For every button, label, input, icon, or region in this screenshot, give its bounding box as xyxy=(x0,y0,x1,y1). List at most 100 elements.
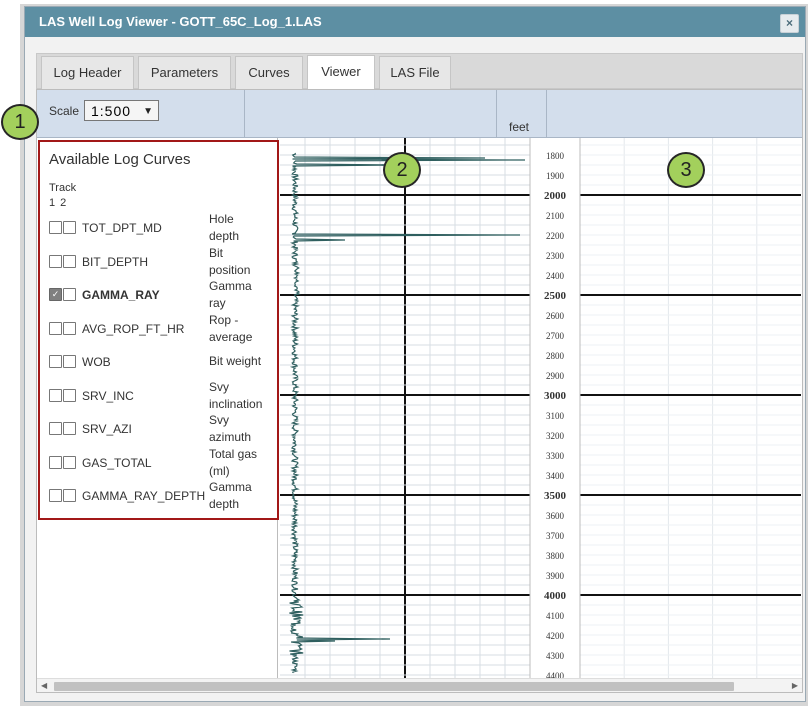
track2-checkbox[interactable] xyxy=(63,321,76,335)
log-plot: 1800 1900 2000 2100 2200 2300 2400 2500 2600 2700… xyxy=(280,138,801,678)
curve-row-gamma-ray-depth: GAMMA_RAY_DEPTH Gamma depth xyxy=(49,479,277,513)
curve-name: AVG_ROP_FT_HR xyxy=(82,321,185,336)
curve-name: GAMMA_RAY xyxy=(82,288,160,302)
annotation-badge-1: 1 xyxy=(1,104,39,140)
scroll-right-icon[interactable]: ▶ xyxy=(792,679,798,693)
track1-checkbox[interactable] xyxy=(49,422,62,435)
depth-tick-label: 2500 xyxy=(544,290,567,302)
depth-tick-label: 3200 xyxy=(546,431,565,441)
track2-checkbox[interactable] xyxy=(63,388,76,402)
track1-checkbox[interactable] xyxy=(49,221,62,234)
depth-tick-label: 2300 xyxy=(546,251,565,261)
close-button[interactable]: × xyxy=(780,14,799,33)
tab-curves[interactable]: Curves xyxy=(235,56,303,90)
scale-select[interactable]: 1:500 ▼ xyxy=(84,100,159,121)
depth-tick-label: 1900 xyxy=(546,171,565,181)
chevron-down-icon: ▼ xyxy=(143,106,153,117)
depth-tick-label: 4000 xyxy=(544,590,567,602)
curve-row-bit-depth: BIT_DEPTH Bit position xyxy=(49,245,277,279)
depth-units-label: feet xyxy=(509,120,530,134)
track2-checkbox[interactable] xyxy=(63,221,76,234)
curve-description: Hole depth xyxy=(209,212,240,243)
curve-description: Svy azimuth xyxy=(209,413,252,444)
curve-name: SRV_INC xyxy=(82,388,134,403)
tab-bar: Log Header Parameters Curves Viewer LAS … xyxy=(36,53,803,91)
tab-log-header[interactable]: Log Header xyxy=(41,56,134,90)
curve-row-tot-dpt-md: TOT_DPT_MD Hole depth xyxy=(49,211,277,245)
curve-row-gas-total: GAS_TOTAL Total gas (ml) xyxy=(49,446,277,480)
curve-description: Rop - average xyxy=(209,312,253,344)
depth-tick-label: 2900 xyxy=(546,371,565,381)
track-label: Track xyxy=(49,182,77,194)
depth-tick-label: 4100 xyxy=(546,611,565,621)
curve-row-wob: WOB Bit weight xyxy=(49,345,277,379)
curve-description: Svy inclination xyxy=(209,379,263,411)
curve-name: GAS_TOTAL xyxy=(82,455,152,470)
curves-panel-title: Available Log Curves xyxy=(49,151,191,168)
las-viewer-window: LAS Well Log Viewer - GOTT_65C_Log_1.LAS… xyxy=(24,6,806,702)
curves-pane: Available Log Curves Track 1 2 TOT_DPT_M… xyxy=(37,138,279,678)
track2-checkbox[interactable] xyxy=(63,455,76,469)
track2-checkbox[interactable] xyxy=(63,489,76,502)
annotation-badge-2: 2 xyxy=(383,152,421,188)
depth-tick-label: 3000 xyxy=(544,390,567,402)
available-curves-panel: Available Log Curves Track 1 2 TOT_DPT_M… xyxy=(38,140,279,520)
depth-tick-label: 3300 xyxy=(546,451,565,461)
track1-checkbox[interactable]: ✓ xyxy=(49,288,62,301)
annotation-badge-3: 3 xyxy=(667,152,705,188)
track2-checkbox[interactable] xyxy=(63,254,76,268)
depth-tick-label: 2600 xyxy=(546,311,565,321)
curve-name: SRV_AZI xyxy=(82,422,132,436)
depth-tick-label: 3400 xyxy=(546,471,565,481)
horizontal-scrollbar[interactable]: ◀ ▶ xyxy=(37,678,802,692)
track1-header xyxy=(245,90,497,138)
curve-row-gamma-ray: ✓ GAMMA_RAY Gamma ray xyxy=(49,278,277,312)
depth-tick-label: 2100 xyxy=(546,211,565,221)
scroll-left-icon[interactable]: ◀ xyxy=(41,679,47,693)
curve-name: TOT_DPT_MD xyxy=(82,221,162,235)
tab-las-file[interactable]: LAS File xyxy=(379,56,451,90)
curve-row-srv-inc: SRV_INC Svy inclination xyxy=(49,379,277,413)
depth-tick-label: 4200 xyxy=(546,631,565,641)
curve-row-srv-azi: SRV_AZI Svy azimuth xyxy=(49,412,277,446)
scale-header: Scale 1:500 ▼ xyxy=(37,90,245,138)
curve-name: GAMMA_RAY_DEPTH xyxy=(82,489,206,503)
depth-tick-label: 3800 xyxy=(546,551,565,561)
title-bar[interactable]: LAS Well Log Viewer - GOTT_65C_Log_1.LAS… xyxy=(25,7,805,37)
track1-checkbox[interactable] xyxy=(49,489,62,502)
curve-description: Gamma depth xyxy=(209,480,252,511)
track1-checkbox[interactable] xyxy=(49,355,62,368)
curve-description: Total gas (ml) xyxy=(209,446,258,478)
depth-tick-label: 2700 xyxy=(546,331,565,341)
curve-row-avg-rop-ft-hr: AVG_ROP_FT_HR Rop - average xyxy=(49,312,277,346)
curve-description: Bit position xyxy=(209,245,251,277)
track2-checkbox[interactable] xyxy=(63,422,76,435)
track1-checkbox[interactable] xyxy=(49,388,62,402)
depth-tick-label: 2000 xyxy=(544,190,567,202)
depth-tick-label: 2800 xyxy=(546,351,565,361)
track1-checkbox[interactable] xyxy=(49,254,62,268)
scrollbar-thumb[interactable] xyxy=(54,682,734,691)
depth-tick-label: 2200 xyxy=(546,231,565,241)
track-numbers: 1 2 xyxy=(49,197,68,209)
curve-name: BIT_DEPTH xyxy=(82,254,149,269)
depth-tick-label: 1800 xyxy=(546,151,565,161)
depth-tick-label: 3900 xyxy=(546,571,565,581)
depth-tick-label: 3700 xyxy=(546,531,565,541)
scale-value: 1:500 xyxy=(91,103,132,119)
tab-viewer[interactable]: Viewer xyxy=(307,55,375,91)
depth-tick-label: 4300 xyxy=(546,651,565,661)
track1-checkbox[interactable] xyxy=(49,321,62,335)
tab-parameters[interactable]: Parameters xyxy=(138,56,231,90)
track1-checkbox[interactable] xyxy=(49,455,62,469)
depth-tick-label: 4400 xyxy=(546,671,565,678)
track2-checkbox[interactable] xyxy=(63,355,76,368)
window-title: LAS Well Log Viewer - GOTT_65C_Log_1.LAS xyxy=(39,14,322,29)
depth-tick-label: 3600 xyxy=(546,511,565,521)
curve-description: Gamma ray xyxy=(209,279,252,310)
track2-checkbox[interactable] xyxy=(63,288,76,301)
depth-tick-label: 3100 xyxy=(546,411,565,421)
depth-tick-label: 2400 xyxy=(546,271,565,281)
curve-name: WOB xyxy=(82,355,111,369)
depth-tick-label: 3500 xyxy=(544,490,567,502)
